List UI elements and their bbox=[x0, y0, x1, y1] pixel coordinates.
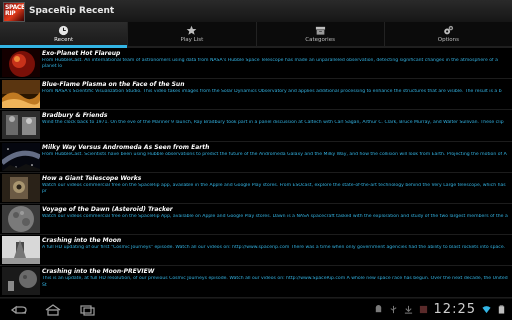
item-title: Blue-Flame Plasma on the Face of the Sun bbox=[42, 81, 185, 89]
list-item[interactable]: Blue-Flame Plasma on the Face of the Sun… bbox=[0, 79, 512, 111]
notification-icon bbox=[419, 305, 427, 314]
video-thumbnail bbox=[2, 173, 40, 202]
tab-label: Recent bbox=[54, 37, 74, 43]
video-thumbnail bbox=[2, 111, 40, 140]
tab-label: Categories bbox=[305, 37, 335, 43]
tab-label: Play List bbox=[180, 37, 204, 43]
action-bar: SPACE RIP SpaceRip Recent bbox=[0, 0, 512, 22]
back-icon[interactable] bbox=[10, 304, 28, 316]
item-title: Exo-Planet Hot Flareup bbox=[42, 50, 121, 57]
box-icon bbox=[315, 26, 325, 35]
nav-buttons bbox=[10, 303, 96, 316]
video-thumbnail bbox=[2, 80, 40, 109]
video-thumbnail bbox=[2, 267, 40, 296]
tab-bar: Recent Play List Categories Options bbox=[0, 22, 512, 48]
video-list[interactable]: Exo-Planet Hot Flareup From HubbleCast. … bbox=[0, 48, 512, 298]
item-description: From NASA's Scientific Visualization Stu… bbox=[42, 89, 502, 95]
tab-label: Options bbox=[437, 37, 459, 43]
battery-icon bbox=[498, 305, 505, 314]
item-title: Bradbury & Friends bbox=[42, 112, 108, 120]
list-item[interactable]: Crashing into the Moon-PREVIEW This is a… bbox=[0, 266, 512, 298]
tab-play-list[interactable]: Play List bbox=[128, 22, 257, 46]
video-thumbnail bbox=[2, 236, 40, 265]
video-thumbnail bbox=[2, 49, 40, 77]
tab-recent[interactable]: Recent bbox=[0, 22, 129, 48]
usb-icon bbox=[390, 305, 397, 314]
item-description: Wind the clock back to 1971. On the eve … bbox=[42, 120, 504, 126]
item-description: This is an update, at full HD resolution… bbox=[42, 276, 508, 288]
star-icon bbox=[187, 25, 197, 35]
item-description: From HubbleCast. An international team o… bbox=[42, 58, 498, 70]
item-description: From HubbleCast. Scientists have been us… bbox=[42, 151, 507, 157]
video-thumbnail bbox=[2, 142, 40, 171]
video-thumbnail bbox=[2, 204, 40, 233]
home-icon[interactable] bbox=[44, 303, 62, 316]
tab-categories[interactable]: Categories bbox=[257, 22, 385, 46]
item-title: How a Giant Telescope Works bbox=[42, 174, 142, 182]
item-title: Crashing into the Moon bbox=[42, 237, 122, 245]
item-title: Milky Way Versus Andromeda As Seen from … bbox=[42, 143, 210, 151]
wifi-icon bbox=[482, 306, 491, 314]
item-description: A full HD updating of our first "Cosmic … bbox=[42, 245, 506, 251]
item-title: Crashing into the Moon-PREVIEW bbox=[42, 268, 155, 276]
list-item[interactable]: Crashing into the Moon A full HD updatin… bbox=[0, 235, 512, 267]
android-icon bbox=[375, 305, 381, 313]
item-description: Watch our videos commercial free on the … bbox=[42, 182, 506, 195]
list-item[interactable]: Bradbury & Friends Wind the clock back t… bbox=[0, 110, 512, 142]
app-logo-icon[interactable]: SPACE RIP bbox=[3, 1, 25, 22]
list-item[interactable]: How a Giant Telescope Works Watch our vi… bbox=[0, 172, 512, 204]
status-area[interactable]: 12:25 bbox=[374, 302, 506, 317]
list-item[interactable]: Milky Way Versus Andromeda As Seen from … bbox=[0, 141, 512, 173]
clock-icon bbox=[59, 25, 69, 36]
list-item[interactable]: Voyage of the Dawn (Asteroid) Tracker Wa… bbox=[0, 203, 512, 236]
app-title: SpaceRip Recent bbox=[29, 6, 115, 16]
clock: 12:25 bbox=[433, 302, 476, 317]
item-description: Watch our videos commercial free on the … bbox=[42, 213, 508, 219]
recent-apps-icon[interactable] bbox=[78, 304, 96, 316]
system-bar: 12:25 bbox=[0, 298, 512, 320]
item-title: Voyage of the Dawn (Asteroid) Tracker bbox=[42, 205, 173, 213]
gears-icon bbox=[444, 25, 453, 35]
tab-options[interactable]: Options bbox=[385, 22, 512, 46]
list-item[interactable]: Exo-Planet Hot Flareup From HubbleCast. … bbox=[0, 48, 512, 80]
download-icon bbox=[404, 305, 412, 314]
